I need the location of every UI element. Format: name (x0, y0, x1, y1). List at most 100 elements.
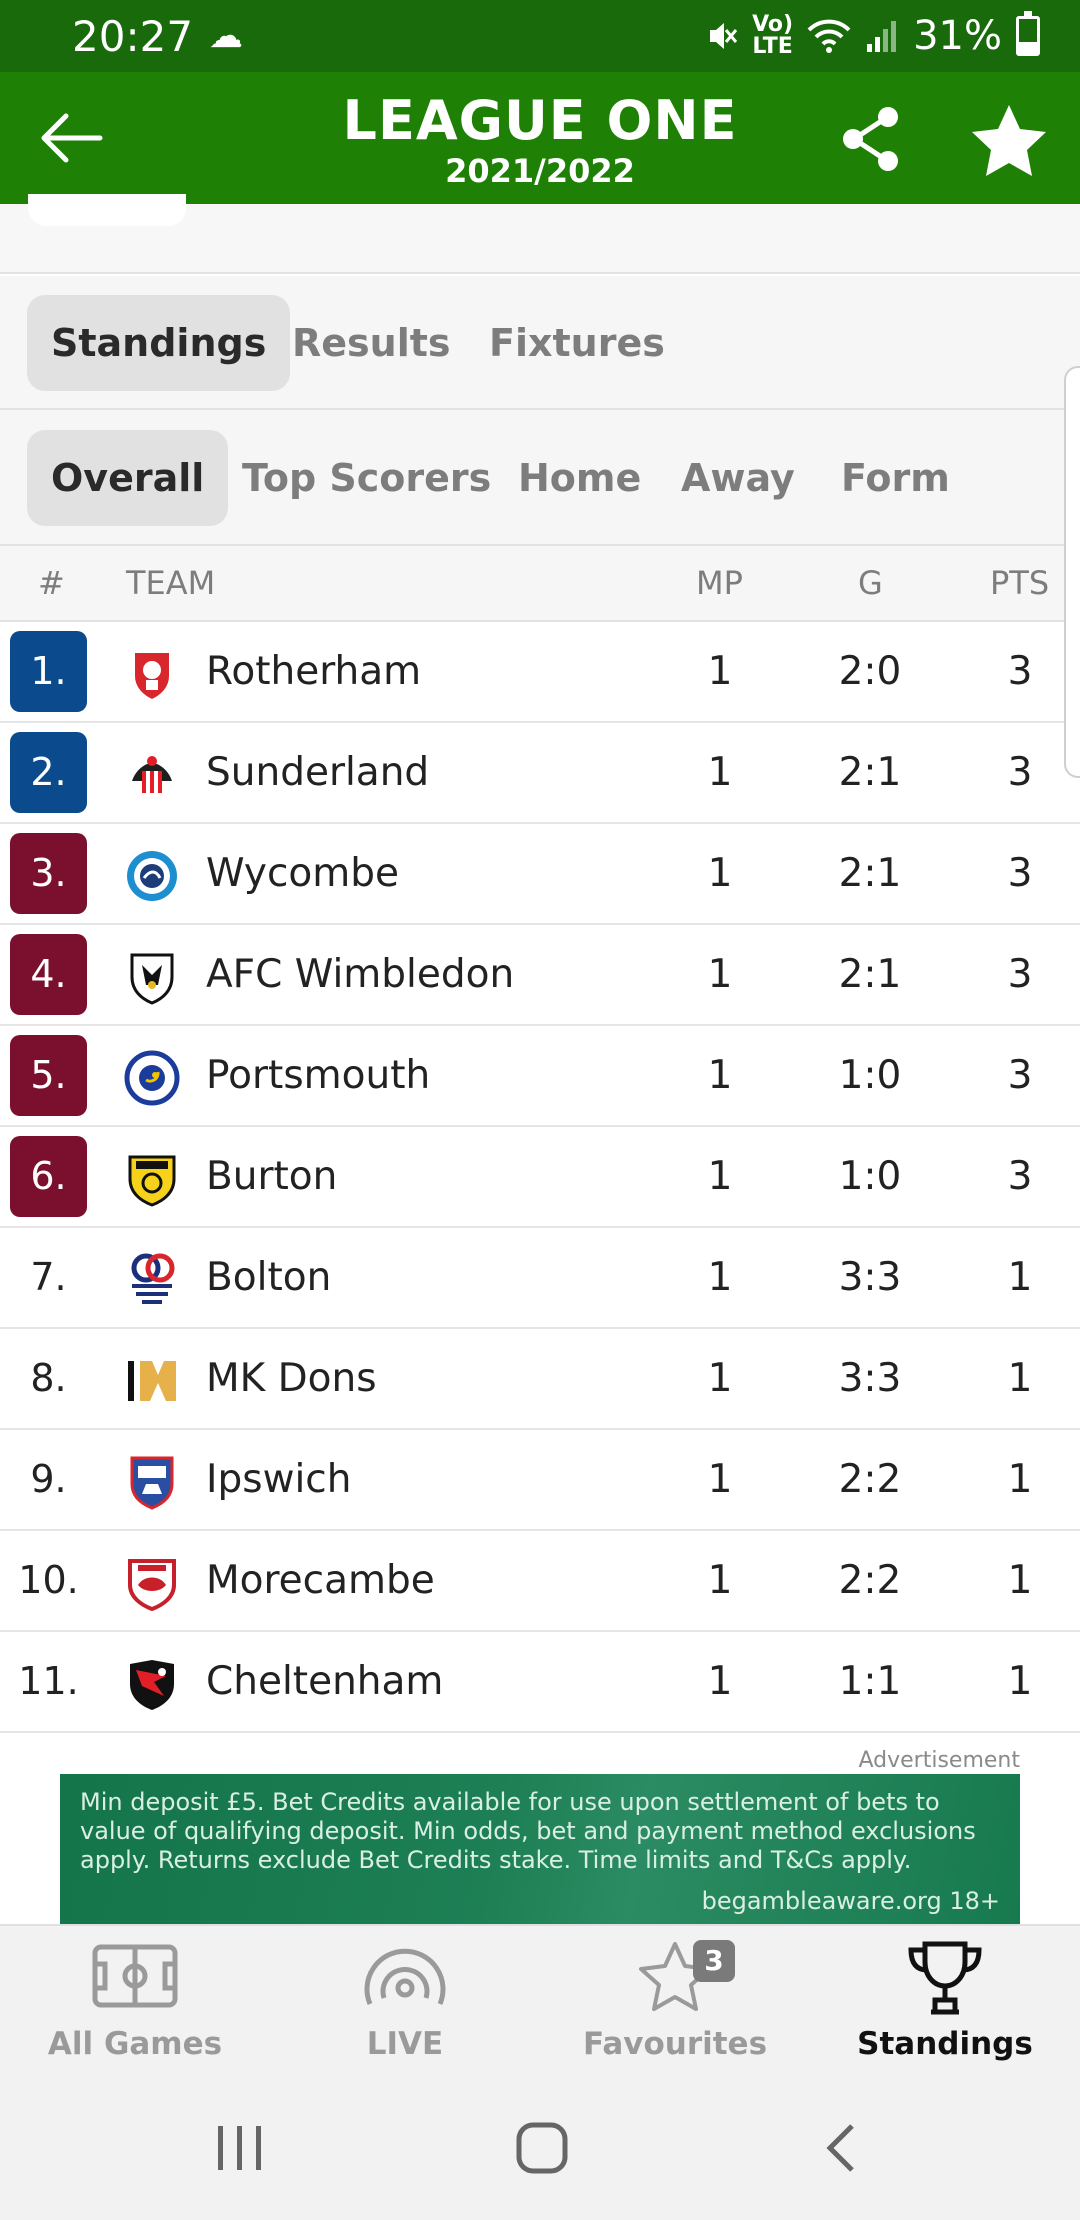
mk-dons-crest-icon (128, 1361, 176, 1401)
goals: 2:1 (838, 952, 902, 997)
table-row[interactable]: 6. Burton 1 1:0 3 (0, 1127, 1080, 1228)
nav-favourites[interactable]: 3 Favourites (540, 1926, 810, 2078)
tab-form[interactable]: Form (817, 430, 974, 526)
header-pts[interactable]: PTS (990, 564, 1049, 602)
portsmouth-crest-icon (124, 1050, 180, 1106)
signal-icon (867, 21, 897, 52)
matches-played: 1 (707, 952, 733, 997)
points: 1 (1007, 1457, 1033, 1502)
goals: 2:2 (838, 1558, 902, 1603)
header-mp[interactable]: MP (696, 564, 743, 602)
app-bar: LEAGUE ONE 2021/2022 (0, 72, 1080, 204)
table-row[interactable]: 7. Bolton 1 3:3 1 (0, 1228, 1080, 1329)
rank-label: 7. (30, 1255, 67, 1299)
pitch-icon (92, 1944, 178, 2008)
advertisement-banner[interactable]: Min deposit £5. Bet Credits available fo… (60, 1774, 1020, 1924)
star-filled-icon[interactable] (970, 102, 1048, 178)
volte-label: Vo) LTE (752, 14, 793, 58)
rank-badge: 5. (10, 1035, 87, 1116)
rank-label: 10. (18, 1558, 79, 1602)
burton-crest-icon (128, 1155, 176, 1207)
team-name: Burton (206, 1154, 338, 1199)
season-label: 2021/2022 (445, 152, 635, 190)
goals: 1:1 (838, 1659, 902, 1704)
team-name: Ipswich (206, 1457, 352, 1502)
tab-overall[interactable]: Overall (27, 430, 229, 526)
standings-table: 1. Rotherham 1 2:0 3 2. Sunderland 1 2:1… (0, 622, 1080, 1733)
matches-played: 1 (707, 1255, 733, 1300)
nav-all-games[interactable]: All Games (0, 1926, 270, 2078)
sunderland-crest-icon (132, 756, 172, 793)
matches-played: 1 (707, 649, 733, 694)
table-row[interactable]: 1. Rotherham 1 2:0 3 (0, 622, 1080, 723)
bolton-crest-icon (131, 1253, 175, 1304)
team-name: AFC Wimbledon (206, 952, 515, 997)
standings-content: Standings Results Fixtures Overall Top S… (0, 194, 1080, 1924)
goals: 3:3 (838, 1356, 902, 1401)
table-row[interactable]: 5. Portsmouth 1 1:0 3 (0, 1026, 1080, 1127)
header-team[interactable]: TEAM (126, 564, 215, 602)
live-broadcast-icon (364, 1948, 446, 2005)
team-name: Sunderland (206, 750, 430, 795)
rank-badge: 2. (10, 732, 87, 813)
table-row[interactable]: 11. Cheltenham 1 1:1 1 (0, 1632, 1080, 1733)
rank-label: 11. (18, 1659, 79, 1703)
side-scroll-handle[interactable] (1064, 366, 1080, 778)
ad-text: Min deposit £5. Bet Credits available fo… (80, 1788, 976, 1874)
arrow-left-icon[interactable] (36, 110, 104, 166)
header-rank: # (38, 564, 65, 602)
nav-label: Standings (857, 2026, 1033, 2062)
battery-percent: 31% (913, 13, 1002, 59)
sub-tabs: Overall Top Scorers Home Away Form (0, 410, 1080, 546)
back-chevron-icon[interactable] (822, 2122, 862, 2174)
tab-away[interactable]: Away (657, 430, 819, 526)
tab-results[interactable]: Results (268, 295, 475, 391)
battery-icon (1016, 11, 1040, 56)
recents-icon[interactable] (210, 2122, 270, 2174)
tab-home[interactable]: Home (494, 430, 665, 526)
wifi-icon (807, 19, 851, 53)
nav-live[interactable]: LIVE (270, 1926, 540, 2078)
battery-level (1019, 42, 1037, 53)
goals: 1:0 (838, 1154, 902, 1199)
matches-played: 1 (707, 750, 733, 795)
home-icon[interactable] (514, 2120, 570, 2176)
points: 3 (1007, 952, 1033, 997)
goals: 2:1 (838, 750, 902, 795)
rank-badge: 6. (10, 1136, 87, 1217)
table-row[interactable]: 10. Morecambe 1 2:2 1 (0, 1531, 1080, 1632)
tab-standings[interactable]: Standings (27, 295, 291, 391)
table-row[interactable]: 3. Wycombe 1 2:1 3 (0, 824, 1080, 925)
table-row[interactable]: 4. AFC Wimbledon 1 2:1 3 (0, 925, 1080, 1026)
team-name: Cheltenham (206, 1659, 444, 1704)
tab-top-scorers[interactable]: Top Scorers (218, 430, 515, 526)
team-name: Rotherham (206, 649, 422, 694)
share-icon[interactable] (838, 104, 904, 174)
points: 1 (1007, 1659, 1033, 1704)
matches-played: 1 (707, 1457, 733, 1502)
header-goals[interactable]: G (858, 564, 883, 602)
points: 3 (1007, 1053, 1033, 1098)
status-bar: 20:27 ☁ Vo) LTE 31% (0, 0, 1080, 72)
team-name: MK Dons (206, 1356, 377, 1401)
table-row[interactable]: 2. Sunderland 1 2:1 3 (0, 723, 1080, 824)
rotherham-crest-icon (133, 651, 171, 702)
cheltenham-crest-icon (130, 1660, 174, 1710)
table-row[interactable]: 8. MK Dons 1 3:3 1 (0, 1329, 1080, 1430)
table-row[interactable]: 9. Ipswich 1 2:2 1 (0, 1430, 1080, 1531)
header-title-block: LEAGUE ONE 2021/2022 (240, 90, 840, 191)
matches-played: 1 (707, 1356, 733, 1401)
cloud-sync-icon: ☁ (209, 16, 244, 56)
goals: 2:0 (838, 649, 902, 694)
status-icons: Vo) LTE 31% (706, 11, 1040, 59)
tab-fixtures[interactable]: Fixtures (465, 295, 689, 391)
points: 1 (1007, 1356, 1033, 1401)
team-name: Wycombe (206, 851, 400, 896)
goals: 2:1 (838, 851, 902, 896)
nav-label: All Games (47, 2026, 223, 2062)
status-time: 20:27 (72, 11, 194, 61)
favourites-count-badge: 3 (693, 1940, 735, 1982)
nav-standings[interactable]: Standings (810, 1926, 1080, 2078)
matches-played: 1 (707, 1154, 733, 1199)
points: 1 (1007, 1558, 1033, 1603)
